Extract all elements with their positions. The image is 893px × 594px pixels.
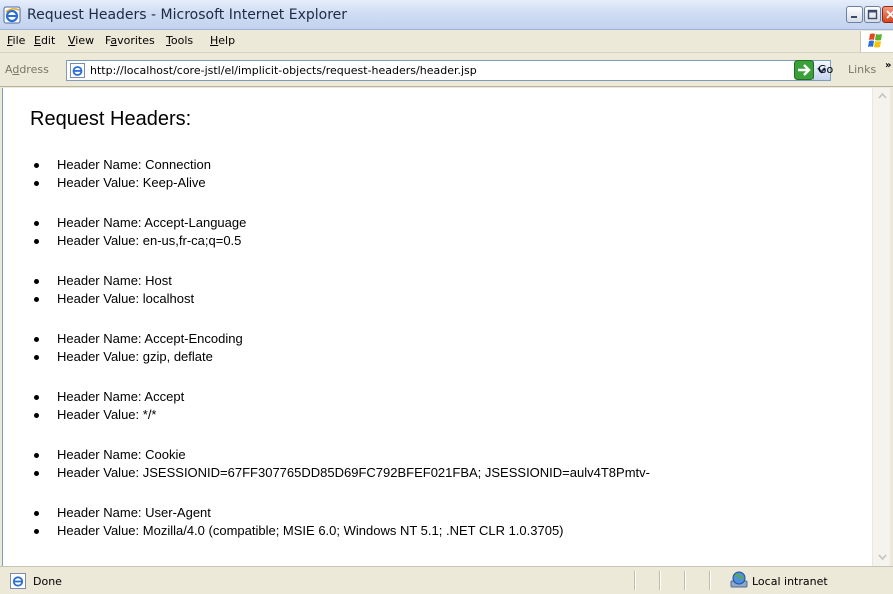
vertical-scrollbar[interactable]: [872, 88, 890, 566]
links-label[interactable]: Links: [848, 63, 876, 76]
scroll-down-button[interactable]: [874, 549, 890, 566]
maximize-icon: [867, 9, 878, 20]
menu-file[interactable]: File: [7, 34, 25, 47]
header-value: Header Value: Keep-Alive: [33, 174, 211, 192]
header-value: Header Value: en-us,fr-ca;q=0.5: [33, 232, 246, 250]
address-bar: Address http://localhost/core-jstl/el/im…: [0, 54, 893, 87]
header-value: Header Value: localhost: [33, 290, 194, 308]
header-list-cookie: Header Name: Cookie Header Value: JSESSI…: [33, 446, 650, 482]
maximize-button[interactable]: [864, 6, 881, 23]
windows-flag-icon: [868, 33, 882, 48]
page-content: Request Headers: Header Name: Connection…: [2, 88, 872, 566]
header-name: Header Name: Cookie: [33, 446, 650, 464]
throbber: [860, 31, 893, 52]
address-url: http://localhost/core-jstl/el/implicit-o…: [90, 64, 477, 77]
header-value: Header Value: */*: [33, 406, 184, 424]
page-title: Request Headers:: [30, 108, 192, 130]
browser-window: Request Headers - Microsoft Internet Exp…: [0, 0, 893, 594]
go-arrow-icon[interactable]: [794, 60, 814, 80]
header-list-accept-language: Header Name: Accept-Language Header Valu…: [33, 214, 246, 250]
go-button-label[interactable]: Go: [818, 63, 833, 76]
status-text: Done: [33, 575, 62, 588]
title-bar[interactable]: Request Headers - Microsoft Internet Exp…: [0, 0, 893, 30]
header-value: Header Value: gzip, deflate: [33, 348, 243, 366]
menu-bar: File Edit View Favorites Tools Help: [0, 30, 893, 53]
menu-tools[interactable]: Tools: [166, 34, 193, 47]
status-separator: [684, 571, 685, 590]
menu-view[interactable]: View: [68, 34, 94, 47]
minimize-button[interactable]: [846, 6, 863, 23]
scroll-up-icon: [878, 93, 887, 99]
header-value: Header Value: JSESSIONID=67FF307765DD85D…: [33, 464, 650, 482]
header-list-connection: Header Name: Connection Header Value: Ke…: [33, 156, 211, 192]
address-label: Address: [5, 63, 49, 76]
close-button[interactable]: [882, 6, 893, 23]
security-zone-label: Local intranet: [752, 575, 828, 588]
menu-edit[interactable]: Edit: [34, 34, 55, 47]
status-separator: [659, 571, 660, 590]
minimize-icon: [851, 16, 857, 18]
status-separator: [709, 571, 710, 590]
header-name: Header Name: User-Agent: [33, 504, 564, 522]
scroll-down-icon: [878, 554, 887, 560]
header-name: Header Name: Host: [33, 272, 194, 290]
globe-icon: [730, 571, 748, 588]
header-list-accept-encoding: Header Name: Accept-Encoding Header Valu…: [33, 330, 243, 366]
links-chevron-icon[interactable]: »: [885, 60, 891, 71]
ie-page-icon: [70, 63, 85, 78]
ie-icon: [3, 6, 21, 24]
address-input[interactable]: http://localhost/core-jstl/el/implicit-o…: [66, 60, 831, 81]
status-bar: Done Local intranet: [0, 566, 893, 594]
header-name: Header Name: Accept: [33, 388, 184, 406]
header-list-host: Header Name: Host Header Value: localhos…: [33, 272, 194, 308]
status-separator: [634, 571, 635, 590]
menu-help[interactable]: Help: [210, 34, 235, 47]
header-list-user-agent: Header Name: User-Agent Header Value: Mo…: [33, 504, 564, 540]
header-name: Header Name: Accept-Language: [33, 214, 246, 232]
header-list-accept: Header Name: Accept Header Value: */*: [33, 388, 184, 424]
ie-page-icon: [10, 573, 26, 589]
menu-favorites[interactable]: Favorites: [105, 34, 155, 47]
header-name: Header Name: Connection: [33, 156, 211, 174]
header-value: Header Value: Mozilla/4.0 (compatible; M…: [33, 522, 564, 540]
header-name: Header Name: Accept-Encoding: [33, 330, 243, 348]
window-title: Request Headers - Microsoft Internet Exp…: [27, 7, 348, 23]
scroll-up-button[interactable]: [874, 88, 890, 105]
close-icon: [886, 10, 893, 19]
